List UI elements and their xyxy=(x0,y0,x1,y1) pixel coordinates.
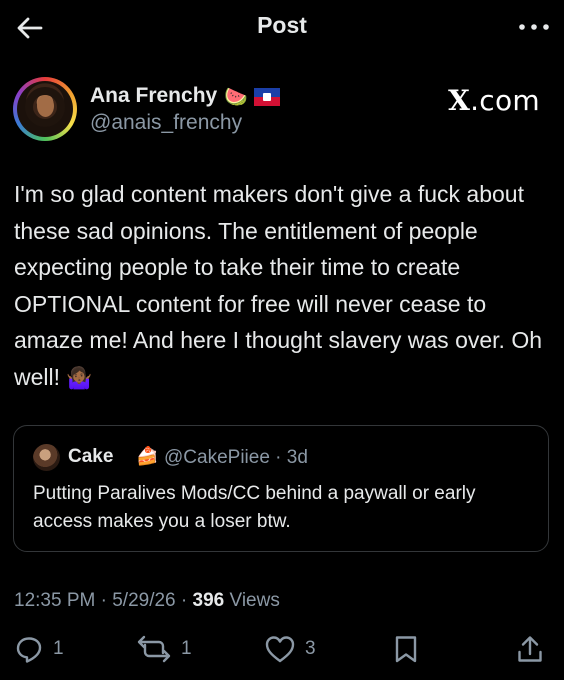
cake-emoji: 🍰 xyxy=(136,446,159,466)
reply-button[interactable]: 1 xyxy=(14,632,64,666)
quoted-text: Putting Paralives Mods/CC behind a paywa… xyxy=(33,483,476,532)
share-icon xyxy=(518,636,542,662)
repost-button[interactable]: 1 xyxy=(136,632,192,666)
page-title: Post xyxy=(257,12,307,38)
top-bar: Post xyxy=(0,0,564,56)
avatar-photo xyxy=(17,81,73,137)
like-button[interactable]: 3 xyxy=(264,632,316,666)
post-time: 12:35 PM xyxy=(14,590,96,611)
share-button[interactable] xyxy=(516,632,544,666)
more-button[interactable] xyxy=(516,16,552,38)
post-text: I'm so glad content makers don't give a … xyxy=(14,176,544,397)
reply-count: 1 xyxy=(53,638,64,659)
quoted-time: 3d xyxy=(286,447,308,468)
post-date: 5/29/26 xyxy=(112,590,176,611)
post-meta: 12:35 PM · 5/29/26 · 396 Views xyxy=(14,590,280,611)
haiti-flag-icon xyxy=(254,88,280,106)
like-icon xyxy=(265,636,295,663)
author-name[interactable]: Ana Frenchy xyxy=(90,84,217,108)
quoted-post[interactable]: Cake 🍰 @CakePiiee · 3d Putting Paralives… xyxy=(13,425,549,552)
repost-icon xyxy=(137,635,171,663)
quoted-handle: @CakePiiee xyxy=(164,447,270,468)
reply-icon xyxy=(16,637,42,663)
avatar-face xyxy=(37,95,54,117)
more-icon xyxy=(519,24,549,30)
quoted-avatar xyxy=(33,444,60,471)
shrug-emoji: 🤷🏾‍♀️ xyxy=(66,366,93,390)
flag-crest xyxy=(263,93,271,101)
like-count: 3 xyxy=(305,638,316,659)
quoted-handle-line: @CakePiiee · 3d xyxy=(164,447,308,468)
views-count: 396 xyxy=(192,590,225,611)
author-avatar[interactable] xyxy=(13,77,77,141)
repost-count: 1 xyxy=(181,638,192,659)
watermark-x: X xyxy=(448,84,471,117)
bookmark-button[interactable] xyxy=(393,632,419,666)
views-label: Views xyxy=(229,590,280,611)
bookmark-icon xyxy=(395,636,417,663)
watermark-suffix: .com xyxy=(470,84,540,117)
quoted-author-name: Cake xyxy=(68,446,114,467)
author-handle[interactable]: @anais_frenchy xyxy=(90,111,242,135)
post-text-content: I'm so glad content makers don't give a … xyxy=(14,181,543,390)
watermelon-emoji: 🍉 xyxy=(224,87,248,108)
x-com-watermark: X.com xyxy=(448,84,540,117)
